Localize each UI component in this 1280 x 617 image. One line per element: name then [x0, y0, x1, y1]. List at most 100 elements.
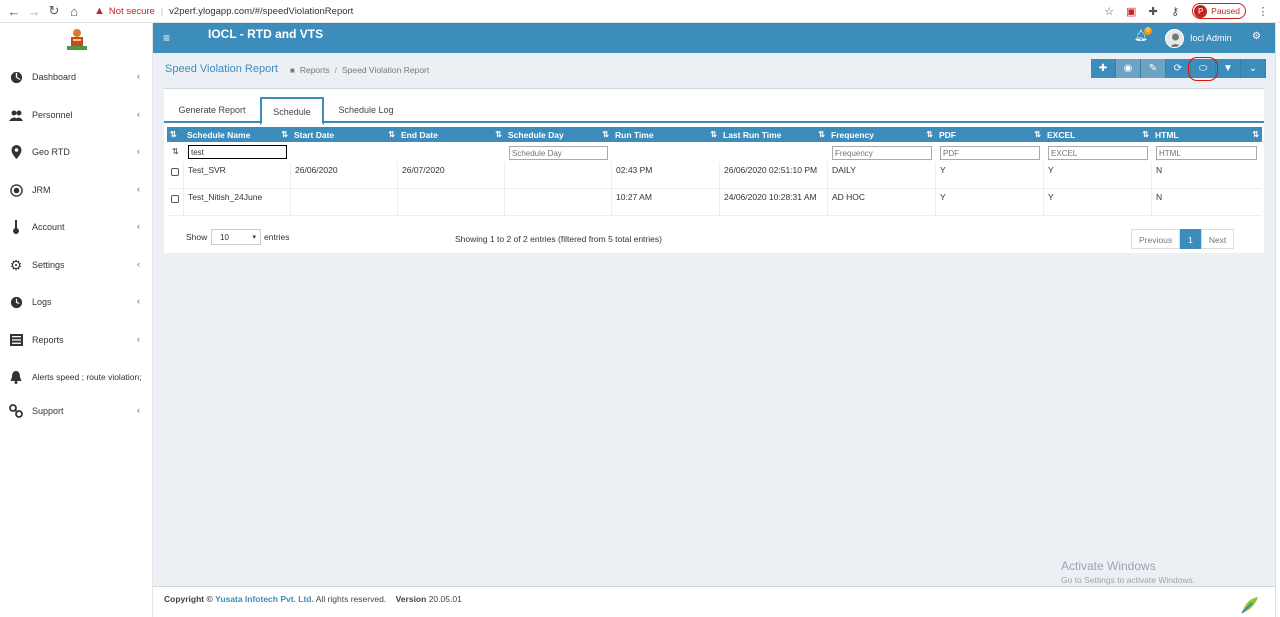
home-icon[interactable]: ⌂: [64, 4, 84, 19]
tab-generate-report[interactable]: Generate Report: [168, 97, 256, 123]
table-row[interactable]: Test_Nitish_24June 10:27 AM 24/06/2020 1…: [167, 189, 1262, 216]
table-row[interactable]: Test_SVR 26/06/2020 26/07/2020 02:43 PM …: [167, 162, 1262, 189]
column-label: Frequency: [831, 130, 874, 140]
select-all-header[interactable]: ⇅: [167, 127, 184, 142]
app-logo: [67, 29, 87, 50]
chevron-left-icon: ‹: [137, 146, 140, 156]
chevron-down-icon: ▾: [252, 234, 256, 241]
plus-icon: ✚: [1098, 63, 1108, 74]
menu-icon[interactable]: ⋮: [1252, 5, 1274, 18]
key-icon[interactable]: ⚷: [1164, 5, 1186, 18]
column-label: PDF: [939, 130, 956, 140]
column-header[interactable]: Frequency ⇅: [828, 127, 936, 142]
bell-icon: [9, 370, 23, 384]
breadcrumb-item[interactable]: Reports: [300, 65, 330, 75]
tab-schedule-log[interactable]: Schedule Log: [329, 97, 403, 123]
user-name[interactable]: Iocl Admin: [1190, 33, 1232, 43]
cell-frequency: AD HOC: [828, 189, 936, 215]
gear-icon: ⚙: [9, 256, 23, 273]
column-header[interactable]: Schedule Day ⇅: [505, 127, 612, 142]
column-header[interactable]: HTML ⇅: [1152, 127, 1262, 142]
cell-start-date: [291, 189, 398, 215]
warning-icon: ▲: [94, 5, 105, 17]
sidebar-item-label: Geo RTD: [32, 147, 70, 157]
tab-schedule[interactable]: Schedule: [260, 97, 324, 125]
page-1-button[interactable]: 1: [1180, 229, 1201, 249]
not-secure-label[interactable]: Not secure: [109, 6, 155, 17]
column-label: Start Date: [294, 130, 335, 140]
cell-run-time: 02:43 PM: [612, 162, 720, 188]
link-icon: [9, 404, 23, 418]
company-link[interactable]: Yusata Infotech Pvt. Ltd.: [215, 594, 314, 604]
sidebar-item-support[interactable]: Support ‹: [0, 399, 153, 423]
sidebar-item-settings[interactable]: ⚙ Settings ‹: [0, 253, 153, 277]
column-label: Schedule Name: [187, 130, 251, 140]
sidebar-item-label: Settings: [32, 260, 65, 270]
thermometer-icon: [9, 220, 23, 234]
sidebar-item-dashboard[interactable]: Dashboard ‹: [0, 65, 153, 89]
row-checkbox[interactable]: [171, 168, 179, 176]
schedule-name-filter[interactable]: [188, 145, 287, 159]
excel-filter[interactable]: [1048, 146, 1148, 160]
puzzle-icon[interactable]: ✚: [1142, 5, 1164, 18]
pdf-filter[interactable]: [940, 146, 1040, 160]
view-button[interactable]: ◉: [1116, 59, 1141, 78]
sort-icon: ⇅: [495, 130, 502, 139]
frequency-filter[interactable]: [832, 146, 932, 160]
previous-page-button[interactable]: Previous: [1131, 229, 1181, 249]
pencil-icon: ✎: [1148, 63, 1158, 74]
profile-button[interactable]: P Paused: [1192, 3, 1246, 19]
row-checkbox[interactable]: [171, 195, 179, 203]
add-button[interactable]: ✚: [1091, 59, 1116, 78]
profile-avatar: P: [1194, 4, 1208, 18]
sidebar-item-personnel[interactable]: Personnel ‹: [0, 103, 153, 127]
page-size-select[interactable]: 10 ▾: [211, 229, 261, 245]
sort-icon: ⇅: [1034, 130, 1041, 139]
cell-last-run-time: 26/06/2020 02:51:10 PM: [720, 162, 828, 188]
more-button[interactable]: ⌄: [1241, 59, 1266, 78]
chevron-left-icon: ‹: [137, 109, 140, 119]
column-header[interactable]: Schedule Name ⇅: [184, 127, 291, 142]
schedule-day-filter[interactable]: [509, 146, 608, 160]
sidebar-item-alerts[interactable]: Alerts speed ; route violation;: [0, 365, 153, 389]
browser-toolbar: ← → ↻ ⌂ ▲ Not secure | v2perf.ylogapp.co…: [0, 0, 1280, 23]
star-icon[interactable]: ☆: [1098, 5, 1120, 18]
filter-button[interactable]: ▼: [1216, 59, 1241, 78]
next-page-button[interactable]: Next: [1200, 229, 1235, 249]
sidebar-item-jrm[interactable]: JRM ‹: [0, 178, 153, 202]
column-header[interactable]: Run Time ⇅: [612, 127, 720, 142]
dashboard-icon: [9, 70, 23, 84]
back-icon[interactable]: ←: [4, 4, 24, 19]
column-header[interactable]: Start Date ⇅: [291, 127, 398, 142]
sidebar-item-account[interactable]: Account ‹: [0, 215, 153, 239]
address-bar[interactable]: v2perf.ylogapp.com/#/speedViolationRepor…: [169, 6, 353, 17]
extension-icon[interactable]: ▣: [1120, 5, 1142, 18]
cell-schedule-day: [505, 162, 612, 188]
column-header[interactable]: Last Run Time ⇅: [720, 127, 828, 142]
sidebar-item-geo-rtd[interactable]: Geo RTD ‹: [0, 140, 153, 164]
entries-label: entries: [264, 232, 290, 242]
sidebar-item-reports[interactable]: Reports ‹: [0, 328, 153, 352]
sidebar-item-logs[interactable]: Logs ‹: [0, 290, 153, 314]
sort-icon: ⇅: [281, 130, 288, 139]
column-label: Schedule Day: [508, 130, 564, 140]
column-header[interactable]: PDF ⇅: [936, 127, 1044, 142]
hamburger-menu-icon[interactable]: ≡: [163, 31, 170, 45]
chevron-left-icon: ‹: [137, 334, 140, 344]
breadcrumb: ■ Reports / Speed Violation Report: [290, 65, 429, 75]
html-filter[interactable]: [1156, 146, 1257, 160]
control-sidebar-gears-icon[interactable]: ⚙: [1252, 31, 1261, 42]
sort-icon: ⇅: [710, 130, 717, 139]
leaf-logo-icon: [1241, 597, 1258, 614]
edit-button[interactable]: ✎: [1141, 59, 1166, 78]
watermark-title: Activate Windows: [1061, 559, 1156, 573]
avatar[interactable]: [1165, 29, 1184, 48]
column-header[interactable]: EXCEL ⇅: [1044, 127, 1152, 142]
cell-end-date: 26/07/2020: [398, 162, 505, 188]
sidebar-item-label: Account: [32, 222, 65, 232]
table-footer: Show 10 ▾ entries Showing 1 to 2 of 2 ent…: [164, 229, 1264, 249]
forward-icon[interactable]: →: [24, 4, 44, 19]
reload-icon[interactable]: ↻: [44, 3, 64, 19]
filter-sort-icon: ⇅: [172, 147, 179, 156]
column-header[interactable]: End Date ⇅: [398, 127, 505, 142]
